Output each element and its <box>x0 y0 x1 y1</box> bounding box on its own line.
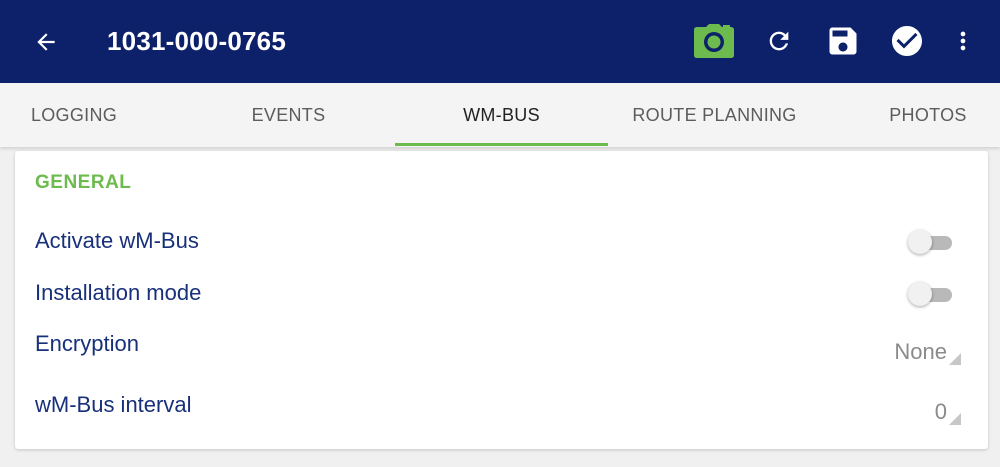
active-tab-indicator <box>395 143 608 146</box>
save-icon <box>829 27 857 55</box>
camera-icon <box>694 24 734 58</box>
arrow-back-icon <box>37 33 55 51</box>
installation-mode-switch[interactable] <box>908 280 954 308</box>
app-bar: 1031-000-0765 <box>0 0 1000 83</box>
activate-wmbus-switch[interactable] <box>908 228 954 256</box>
switch-thumb <box>908 282 932 306</box>
overflow-menu-button[interactable] <box>939 17 987 65</box>
camera-button[interactable] <box>690 17 738 65</box>
general-settings-card: GENERAL Activate wM-Bus Installation mod… <box>15 151 988 449</box>
activate-wmbus-label: Activate wM-Bus <box>35 228 199 253</box>
confirm-button[interactable] <box>883 17 931 65</box>
dropdown-arrow-icon <box>949 353 961 365</box>
dropdown-arrow-icon <box>949 413 961 425</box>
installation-mode-label: Installation mode <box>35 280 202 305</box>
wmbus-interval-label: wM-Bus interval <box>35 392 192 417</box>
tab-bar: LOGGING EVENTS WM-BUS ROUTE PLANNING PHO… <box>0 83 1000 147</box>
tab-logging[interactable]: LOGGING <box>0 83 148 147</box>
encryption-label: Encryption <box>35 331 139 356</box>
tab-events[interactable]: EVENTS <box>182 83 395 147</box>
switch-thumb <box>908 230 932 254</box>
refresh-icon <box>769 31 789 51</box>
encryption-value: None <box>894 339 947 364</box>
wmbus-interval-dropdown[interactable]: 0 <box>935 396 961 428</box>
page-title: 1031-000-0765 <box>107 26 286 56</box>
section-title: GENERAL <box>35 172 132 193</box>
wmbus-interval-value: 0 <box>934 399 947 424</box>
back-button[interactable] <box>22 18 70 66</box>
tab-route-planning[interactable]: ROUTE PLANNING <box>608 83 821 147</box>
more-vert-icon <box>960 31 966 51</box>
tab-photos[interactable]: PHOTOS <box>862 83 994 147</box>
save-button[interactable] <box>819 17 867 65</box>
encryption-dropdown[interactable]: None <box>894 336 961 368</box>
check-circle-icon <box>892 26 922 56</box>
refresh-button[interactable] <box>755 17 803 65</box>
tab-wm-bus[interactable]: WM-BUS <box>395 83 608 147</box>
